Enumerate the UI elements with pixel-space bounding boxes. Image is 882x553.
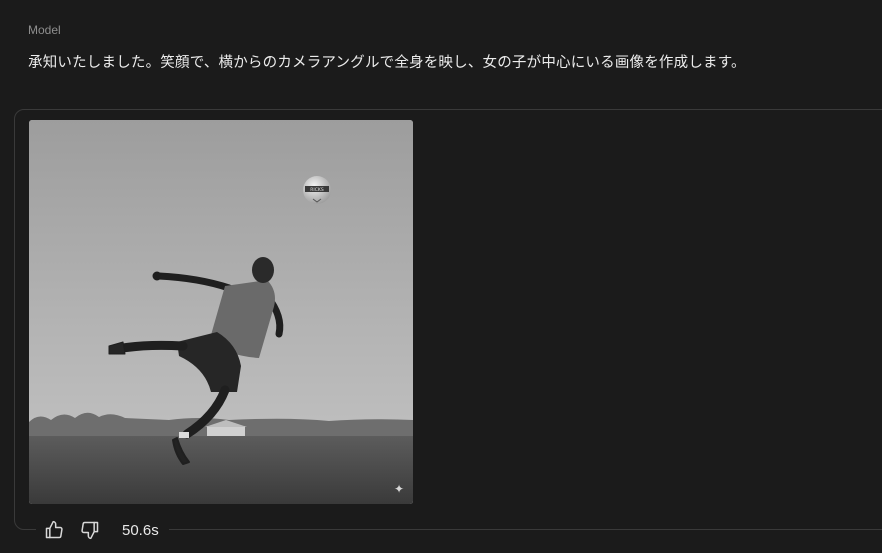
thumbs-down-icon[interactable] xyxy=(72,517,108,543)
thumbs-up-icon[interactable] xyxy=(36,517,72,543)
message-text: 承知いたしました。笑顔で、横からのカメラアングルで全身を映し、女の子が中心にいる… xyxy=(28,55,746,71)
generation-duration: 50.6s xyxy=(122,521,159,539)
generated-image[interactable]: RICKS ✦ xyxy=(29,120,413,504)
sparkle-icon: ✦ xyxy=(393,482,404,496)
message-role-label: Model xyxy=(28,23,61,37)
soccer-ball: RICKS xyxy=(303,176,331,204)
svg-text:RICKS: RICKS xyxy=(310,187,324,193)
feedback-bar: 50.6s xyxy=(36,517,169,543)
